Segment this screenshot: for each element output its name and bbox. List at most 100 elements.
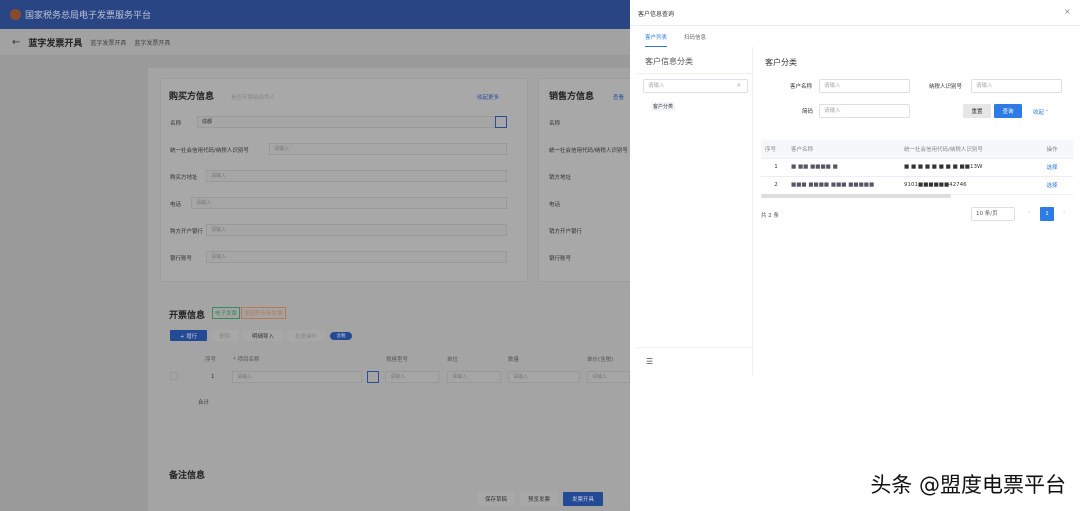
issue-invoice-button[interactable]: 发票开具: [563, 492, 603, 506]
natural-person-checkbox[interactable]: 是否开票给自然人: [231, 93, 275, 101]
invoice-info-section: 开票信息 电子发票 增值税专用发票 + 增行 删除 明细导入 批量操作 含税 序…: [160, 292, 630, 442]
invoice-col-header: 数量: [508, 357, 520, 363]
table-row: 1 ■ ■■ ■■■■ ■ ■ ■ ■ ■ ■ ■ ■ ■ ■■13W 选择: [761, 158, 1073, 177]
row-index: 2: [761, 176, 787, 195]
import-button[interactable]: 明细导入: [243, 330, 283, 341]
unit-input[interactable]: 请输入: [447, 371, 501, 383]
crumb-2: 蓝字发票开具: [134, 39, 171, 47]
customer-name-input[interactable]: 请输入: [819, 79, 910, 93]
query-button[interactable]: 查询: [994, 104, 1022, 118]
table-row: 2 ■■■ ■■■■ ■■■ ■■■■■ 9101■■■■■■42746 选择: [761, 176, 1073, 195]
invoice-title: 开票信息: [169, 311, 206, 321]
site-title: 国家税务总局电子发票服务平台: [25, 11, 152, 21]
row-taxid: 9101■■■■■■42746: [900, 176, 1027, 195]
next-page-icon[interactable]: ›: [1063, 209, 1065, 216]
search-icon: ⌕: [737, 81, 741, 89]
tab-scan-info[interactable]: 扫码信息: [684, 33, 706, 41]
seller-section: 销售方信息 查看 名称 统一社会信用代码/纳税人识别号 销方地址 电话 销方开户银行 银行…: [538, 78, 630, 282]
seller-field-label: 名称: [549, 121, 561, 127]
col-name: 客户名称: [787, 140, 900, 159]
remarks-title: 备注信息: [169, 471, 206, 481]
buyer-field-label: 购方开户银行: [170, 229, 204, 235]
spec-input[interactable]: 请输入: [385, 371, 439, 383]
select-link[interactable]: 选择: [1027, 158, 1073, 177]
row-name: ■■■ ■■■■ ■■■ ■■■■■: [787, 176, 900, 195]
col-taxid: 统一社会信用代码/纳税人识别号: [900, 140, 1027, 159]
buyer-field-input[interactable]: 请输入: [206, 224, 507, 236]
watermark: 头条 @盟度电票平台: [870, 473, 1066, 497]
buyer-field-input[interactable]: 请输入: [191, 197, 507, 209]
buyer-field-label: 银行账号: [170, 256, 193, 262]
buyer-field-input[interactable]: 请输入: [206, 251, 507, 263]
close-icon[interactable]: ×: [1064, 7, 1071, 16]
invoice-col-header: 规格型号: [386, 357, 409, 363]
row-index: 1: [761, 158, 787, 177]
select-link[interactable]: 选择: [1027, 176, 1073, 195]
save-draft-button[interactable]: 保存草稿: [477, 492, 515, 506]
row-checkbox[interactable]: [170, 372, 178, 380]
page-size-select[interactable]: 10 条/页: [971, 207, 1015, 221]
category-panel: 客户信息分类 请输入 ⌕ 客户分类 ☰: [637, 47, 753, 375]
abbr-label: 简码: [802, 109, 814, 115]
collapse-label: 收起: [1033, 110, 1045, 116]
prev-page-icon[interactable]: ‹: [1028, 209, 1030, 216]
buyer-field-label: 电话: [170, 202, 182, 208]
invoice-col-header: 序号: [205, 357, 217, 363]
collapse-link[interactable]: 收起 ˄: [1033, 108, 1049, 116]
back-arrow-icon[interactable]: ←: [12, 37, 20, 48]
menu-fold-icon[interactable]: ☰: [646, 357, 653, 366]
customer-name-label: 客户名称: [790, 84, 813, 90]
row-taxid: ■ ■ ■ ■ ■ ■ ■ ■ ■■13W: [900, 158, 1027, 177]
customer-table: 序号 客户名称 统一社会信用代码/纳税人识别号 操作 1 ■ ■■ ■■■■ ■ ■…: [761, 140, 1073, 195]
seller-field-label: 销方地址: [549, 175, 572, 181]
reset-button[interactable]: 重置: [963, 104, 991, 118]
seller-field-label: 统一社会信用代码/纳税人识别号: [549, 148, 628, 154]
drawer-title: 客户信息查询: [638, 11, 675, 18]
invoice-col-header: 单价(含税): [587, 357, 614, 363]
crumb-1[interactable]: 蓝字发票开具: [90, 38, 126, 47]
category-title: 客户信息分类: [645, 57, 693, 66]
buyer-field-input[interactable]: 请输入: [269, 143, 507, 155]
buyer-title: 购买方信息: [169, 92, 215, 102]
tab-customer-list[interactable]: 客户列表: [645, 33, 668, 47]
item-picker-icon[interactable]: [367, 371, 379, 383]
invoice-col-header: 单位: [447, 357, 459, 363]
category-search-input[interactable]: 请输入: [643, 79, 748, 93]
breadcrumb: ← 蓝字发票开具 蓝字发票开具 蓝字发票开具: [0, 29, 630, 55]
tax-logo-icon: [10, 9, 21, 20]
abbr-input[interactable]: 请输入: [819, 104, 910, 118]
seller-field-label: 销方开户银行: [549, 229, 583, 235]
col-index: 序号: [761, 140, 787, 159]
buyer-picker-icon[interactable]: [495, 116, 507, 128]
taxid-input[interactable]: 请输入: [971, 79, 1062, 93]
total-label: 合计: [198, 400, 210, 406]
seller-title: 销售方信息: [549, 92, 595, 102]
horizontal-scrollbar[interactable]: [761, 194, 951, 198]
chevron-up-icon: ˄: [1045, 110, 1049, 116]
tree-item-customer-category[interactable]: 客户分类: [651, 102, 676, 111]
invoice-col-header: * 项目名称: [233, 357, 260, 363]
row-name: ■ ■■ ■■■■ ■: [787, 158, 900, 177]
add-row-button[interactable]: + 增行: [170, 330, 207, 341]
buyer-field-input[interactable]: 请输入: [206, 170, 507, 182]
seller-view-link[interactable]: 查看: [613, 93, 624, 101]
row-index: 1: [211, 374, 215, 380]
batch-button[interactable]: 批量操作: [287, 330, 325, 341]
seller-field-label: 电话: [549, 202, 561, 208]
main-title: 客户分类: [765, 58, 797, 67]
price-input[interactable]: 请输入: [587, 371, 630, 383]
preview-button[interactable]: 预览发票: [520, 492, 558, 506]
col-action: 操作: [1027, 140, 1073, 159]
delete-button[interactable]: 删除: [212, 330, 238, 341]
buyer-field-label: 统一社会信用代码/纳税人识别号: [170, 148, 249, 154]
top-header: 国家税务总局电子发票服务平台: [0, 0, 630, 29]
taxid-label: 纳税人识别号: [929, 84, 963, 90]
tax-included-toggle[interactable]: 含税: [330, 332, 352, 340]
item-name-input[interactable]: 请输入: [232, 371, 362, 383]
collapse-more-link[interactable]: 收起更多: [477, 93, 499, 101]
buyer-field-input[interactable]: 成都: [197, 116, 507, 128]
qty-input[interactable]: 请输入: [508, 371, 580, 383]
page-1-button[interactable]: 1: [1040, 207, 1054, 221]
customer-query-drawer: 客户信息查询 × 客户列表 扫码信息 客户信息分类 请输入 ⌕ 客户分类 ☰ 客…: [630, 0, 1080, 511]
buyer-field-label: 名称: [170, 121, 182, 127]
